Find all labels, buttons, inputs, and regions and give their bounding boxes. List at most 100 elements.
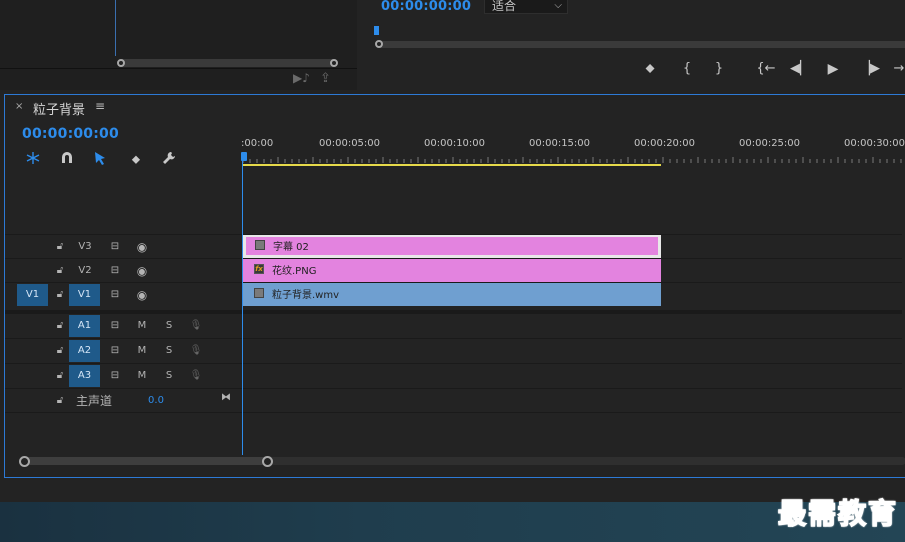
add-marker-icon[interactable]: ⬥: [127, 151, 145, 167]
clip-lizi-beijing-wmv[interactable]: 粒子背景.wmv: [243, 283, 661, 306]
track-row-v1: V1 🔓︎ V1 ⊟ ◉ 粒子背景.wmv: [5, 282, 902, 307]
source-monitor-panel: ▶♪ ⇪: [0, 0, 357, 90]
microphone-icon[interactable]: 🎙︎: [189, 339, 203, 363]
track-row-v3: 🔓︎ V3 ⊟ ◉ 字幕 02: [5, 234, 902, 259]
fit-zoom-select[interactable]: 适合 ⌵: [484, 0, 568, 14]
add-marker-button[interactable]: ⬥: [641, 61, 659, 77]
ruler-label: 00:00:05:00: [319, 138, 381, 149]
lock-icon[interactable]: 🔓︎: [53, 314, 67, 338]
track-lane-v3[interactable]: 字幕 02: [242, 235, 902, 259]
watermark-text: 最需教育: [777, 496, 898, 531]
background-band: [0, 502, 905, 542]
eye-icon[interactable]: ◉: [133, 235, 151, 259]
linked-selection-icon[interactable]: [92, 151, 110, 167]
track-label[interactable]: V2: [75, 259, 95, 283]
step-back-button[interactable]: ◀▏: [790, 61, 810, 77]
sync-lock-icon[interactable]: ⊟: [106, 259, 124, 283]
mute-button[interactable]: M: [135, 364, 149, 388]
track-lane-v2[interactable]: fx 花纹.PNG: [242, 259, 902, 283]
mute-button[interactable]: M: [135, 339, 149, 363]
lock-icon[interactable]: 🔓︎: [53, 259, 67, 283]
sync-lock-icon[interactable]: ⊟: [106, 364, 124, 388]
track-header-v1: V1 🔓︎ V1 ⊟ ◉: [5, 283, 242, 307]
work-area-bar[interactable]: [243, 164, 661, 166]
sync-lock-icon[interactable]: ⊟: [106, 235, 124, 259]
eye-icon[interactable]: ◉: [133, 283, 151, 307]
panel-menu-icon[interactable]: ≡: [95, 99, 105, 113]
source-zoom-handle-right[interactable]: [330, 59, 338, 67]
go-to-in-button[interactable]: {←: [755, 61, 777, 77]
track-header-v2: 🔓︎ V2 ⊟ ◉: [5, 259, 242, 283]
track-lane-v1[interactable]: 粒子背景.wmv: [242, 283, 902, 307]
program-timecode[interactable]: 00:00:00:00: [381, 0, 471, 14]
nest-toggle-icon[interactable]: [24, 151, 42, 167]
sync-lock-icon[interactable]: ⊟: [106, 314, 124, 338]
sequence-timecode[interactable]: 00:00:00:00: [22, 126, 119, 142]
track-header-a2: 🔓︎ A2 ⊟ M S 🎙︎: [5, 339, 242, 363]
track-label[interactable]: V3: [75, 235, 95, 259]
lock-icon[interactable]: 🔓︎: [53, 283, 67, 307]
lock-icon[interactable]: 🔓︎: [53, 235, 67, 259]
source-zoom-scrollbar[interactable]: [118, 59, 336, 67]
wrench-settings-icon[interactable]: [160, 151, 178, 167]
ruler-label: 00:00:30:00: [844, 138, 905, 149]
lock-icon[interactable]: 🔓︎: [53, 339, 67, 363]
track-label[interactable]: V1: [69, 284, 100, 306]
track-label[interactable]: A3: [69, 365, 100, 387]
program-timeline-track[interactable]: [380, 41, 905, 48]
program-scroll-handle-left[interactable]: [375, 40, 383, 48]
track-row-a2: 🔓︎ A2 ⊟ M S 🎙︎: [5, 338, 902, 363]
snap-magnet-icon[interactable]: [58, 151, 76, 167]
track-area-bottom-divider: [5, 412, 902, 413]
ruler-label: 00:00:25:00: [739, 138, 801, 149]
track-label[interactable]: A2: [69, 340, 100, 362]
mute-button[interactable]: M: [135, 314, 149, 338]
lock-icon[interactable]: 🔓︎: [53, 389, 67, 413]
export-frame-icon[interactable]: ⇪: [320, 71, 331, 86]
program-playhead-head[interactable]: [374, 26, 379, 35]
track-lane-a3[interactable]: [242, 364, 902, 388]
go-to-end-icon[interactable]: ⧓: [218, 386, 234, 410]
step-forward-button[interactable]: ▕▶: [860, 61, 880, 77]
microphone-icon[interactable]: 🎙︎: [189, 364, 203, 388]
fit-select-value: 适合: [492, 0, 517, 13]
solo-button[interactable]: S: [162, 339, 176, 363]
master-volume-value[interactable]: 0.0: [145, 389, 167, 413]
track-lane-a2[interactable]: [242, 339, 902, 363]
play-button[interactable]: ▶: [824, 61, 842, 77]
sequence-tab-title[interactable]: 粒子背景: [33, 99, 85, 118]
mark-out-button[interactable]: }: [710, 61, 728, 77]
timeline-horizontal-scrollbar[interactable]: [19, 456, 905, 467]
source-patch-v1[interactable]: V1: [17, 284, 48, 306]
scrollbar-handle-right[interactable]: [262, 456, 273, 467]
sync-lock-icon[interactable]: ⊟: [106, 339, 124, 363]
close-tab-icon[interactable]: ×: [15, 101, 23, 112]
clip-name: 字幕 02: [273, 242, 309, 253]
scrollbar-thumb[interactable]: [23, 457, 267, 465]
lock-icon[interactable]: 🔓︎: [53, 364, 67, 388]
scrollbar-handle-left[interactable]: [19, 456, 30, 467]
clip-subtitle-02[interactable]: 字幕 02: [243, 235, 661, 258]
drag-audio-icon[interactable]: ▶♪: [293, 71, 310, 85]
chevron-down-icon: ⌵: [554, 0, 562, 11]
program-monitor-panel: 00:00:00:00 适合 ⌵ ⬥ { } {← ◀▏ ▶ ▕▶ →: [362, 0, 905, 90]
clip-name: 粒子背景.wmv: [272, 290, 340, 301]
eye-icon[interactable]: ◉: [133, 259, 151, 283]
solo-button[interactable]: S: [162, 314, 176, 338]
sync-lock-icon[interactable]: ⊟: [106, 283, 124, 307]
track-label[interactable]: A1: [69, 315, 100, 337]
go-to-out-button[interactable]: →: [890, 61, 905, 77]
ruler-label: 00:00:20:00: [634, 138, 696, 149]
track-lane-a1[interactable]: [242, 314, 902, 338]
track-lane-master[interactable]: [242, 389, 902, 413]
solo-button[interactable]: S: [162, 364, 176, 388]
microphone-icon[interactable]: 🎙︎: [189, 314, 203, 338]
clip-huawen-png[interactable]: fx 花纹.PNG: [243, 259, 661, 282]
timeline-playhead-head[interactable]: [241, 152, 247, 161]
clip-video-icon: [254, 288, 264, 298]
fx-badge-icon: fx: [254, 264, 264, 274]
source-zoom-handle-left[interactable]: [117, 59, 125, 67]
track-header-master: 🔓︎ 主声道 0.0 ⧓: [5, 389, 242, 413]
track-header-a1: 🔓︎ A1 ⊟ M S 🎙︎: [5, 314, 242, 338]
mark-in-button[interactable]: {: [678, 61, 696, 77]
